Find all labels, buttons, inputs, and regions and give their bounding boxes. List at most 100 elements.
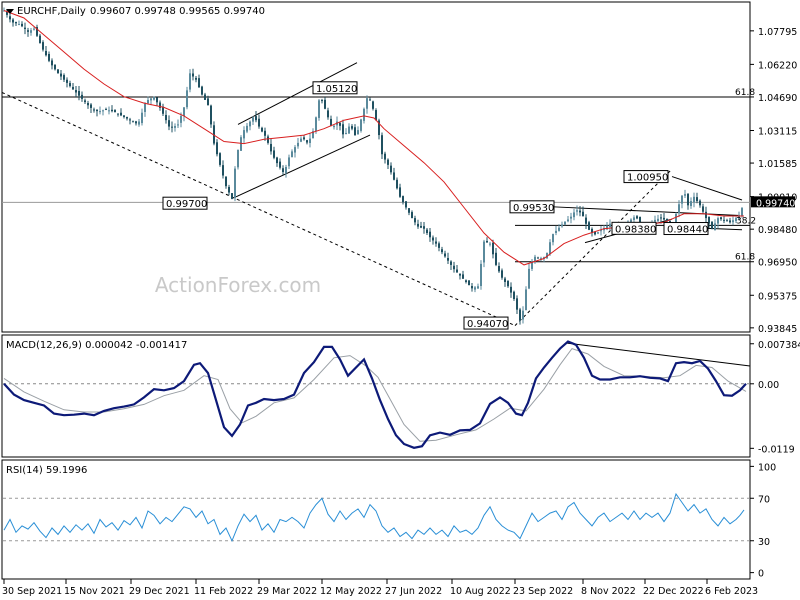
candle-body (498, 265, 500, 272)
candle-body (87, 102, 89, 106)
candle-body (15, 21, 17, 24)
candle-body (207, 98, 209, 106)
candle-body (114, 110, 116, 113)
candle-body (174, 126, 176, 128)
candle-body (78, 90, 80, 96)
candle-body (291, 151, 293, 158)
candle-body (432, 237, 434, 241)
x-tick-label: 12 May 2022 (320, 586, 382, 597)
candle-body (396, 179, 398, 189)
candle-body (30, 30, 32, 33)
candle-body (681, 195, 683, 204)
candle-body (99, 111, 101, 113)
rsi-header: RSI(14) 59.1996 (6, 465, 87, 476)
candle-body (123, 115, 125, 117)
candle-body (687, 193, 689, 206)
candle-body (24, 27, 26, 30)
candle-body (510, 286, 512, 293)
candle-body (537, 257, 539, 259)
candle-body (177, 124, 179, 126)
candle-body (348, 126, 350, 134)
candle-body (273, 150, 275, 158)
candle-body (741, 208, 743, 217)
price-current-tag: 0.99740 (751, 196, 795, 209)
candle-body (327, 110, 329, 118)
candle-body (243, 130, 245, 139)
level-label: 1.00950 (627, 173, 668, 184)
level-label: 0.94070 (467, 319, 508, 330)
candle-body (351, 126, 353, 129)
candle-body (444, 253, 446, 257)
candle-body (516, 298, 518, 310)
candle-body (27, 30, 29, 32)
candle-body (144, 103, 146, 112)
candle-body (465, 280, 467, 282)
candle-body (318, 100, 320, 118)
candle-body (294, 147, 296, 153)
candle-body (573, 212, 575, 218)
candle-body (426, 229, 428, 233)
candle-body (441, 249, 443, 253)
candle-body (411, 212, 413, 219)
candle-body (75, 90, 77, 93)
candle-body (732, 220, 734, 223)
candle-body (324, 99, 326, 109)
candle-body (462, 274, 464, 279)
candle-body (84, 100, 86, 103)
candle-body (357, 130, 359, 135)
candle-body (636, 216, 638, 219)
candle-body (570, 216, 572, 219)
candle-body (453, 265, 455, 270)
candle-body (54, 64, 56, 70)
candle-body (345, 132, 347, 135)
candle-body (147, 99, 149, 104)
candle-body (657, 218, 659, 222)
candle-body (414, 218, 416, 223)
candle-body (240, 137, 242, 151)
candle-body (384, 153, 386, 160)
x-tick-label: 22 Dec 2022 (643, 586, 704, 597)
candle-body (270, 143, 272, 152)
candle-body (456, 269, 458, 273)
candle-body (690, 201, 692, 206)
candle-body (69, 83, 71, 87)
candle-body (402, 196, 404, 203)
candle-body (522, 310, 524, 320)
candle-body (225, 176, 227, 187)
candle-body (252, 117, 254, 122)
candle-body (105, 109, 107, 111)
candle-body (660, 217, 662, 219)
candle-body (195, 77, 197, 80)
candle-body (264, 130, 266, 136)
candle-body (720, 217, 722, 220)
x-tick-label: 30 Sep 2021 (2, 586, 62, 597)
rsi-y-tick-label: 70 (758, 494, 770, 505)
candle-body (597, 232, 599, 234)
candle-body (729, 220, 731, 223)
candle-body (477, 286, 479, 289)
candle-body (582, 211, 584, 217)
candle-body (507, 280, 509, 287)
candle-body (198, 78, 200, 88)
candle-body (285, 167, 287, 174)
candle-body (429, 231, 431, 238)
candle-body (702, 206, 704, 212)
candle-body (189, 73, 191, 90)
x-tick-label: 29 Dec 2021 (129, 586, 190, 597)
candle-body (699, 200, 701, 206)
level-label: 1.05120 (316, 84, 357, 95)
candle-body (420, 225, 422, 228)
candle-body (138, 121, 140, 125)
candle-body (150, 98, 152, 101)
candle-body (471, 286, 473, 289)
candle-body (231, 193, 233, 199)
rsi-y-tick-label: 100 (758, 462, 776, 473)
candle-body (300, 138, 302, 142)
candle-body (132, 121, 134, 123)
level-label: 0.98380 (615, 224, 656, 235)
candle-body (249, 121, 251, 127)
macd-y-tick-label: 0.007384 (758, 340, 800, 351)
candle-body (321, 100, 323, 102)
candle-body (705, 211, 707, 219)
candle-body (9, 16, 11, 20)
